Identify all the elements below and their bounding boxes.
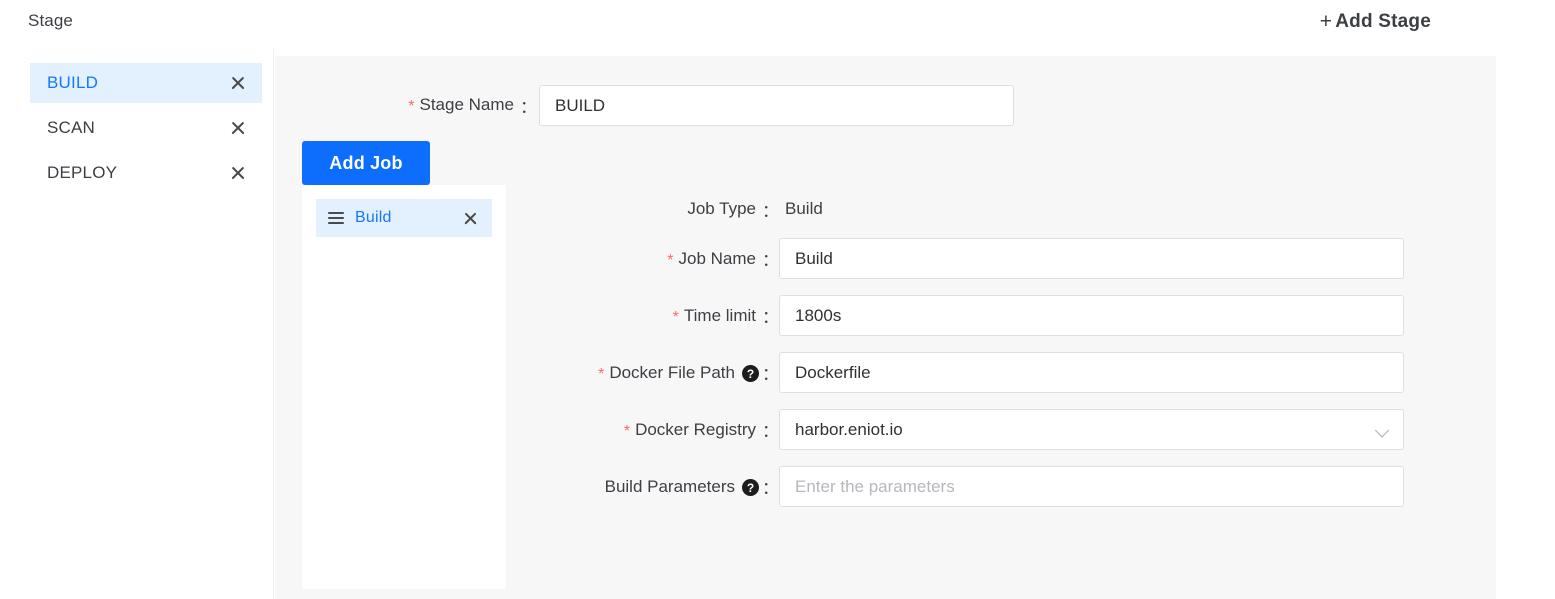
help-icon[interactable]: ? bbox=[742, 479, 759, 496]
stage-name-input[interactable] bbox=[539, 85, 1014, 126]
time-limit-label-text: Time limit bbox=[684, 306, 756, 326]
sidebar-item-scan[interactable]: SCAN bbox=[30, 108, 262, 148]
required-marker: * bbox=[667, 252, 673, 270]
docker-file-path-label-text: Docker File Path bbox=[609, 363, 735, 383]
help-icon[interactable]: ? bbox=[742, 365, 759, 382]
remove-stage-icon-build[interactable] bbox=[230, 75, 246, 91]
job-name-input[interactable] bbox=[779, 238, 1404, 279]
sidebar-item-build[interactable]: BUILD bbox=[30, 63, 262, 103]
label-colon: ： bbox=[762, 197, 779, 222]
job-list-card: Build bbox=[302, 185, 506, 589]
label-colon: ： bbox=[762, 246, 779, 271]
drag-handle-icon[interactable] bbox=[328, 212, 344, 224]
job-type-row: Job Type ： Build bbox=[530, 196, 1480, 238]
stage-name-label: * Stage Name： bbox=[275, 85, 537, 125]
sidebar-item-label: DEPLOY bbox=[47, 163, 117, 183]
build-parameters-label: Build Parameters?： bbox=[530, 466, 779, 507]
docker-registry-label-text: Docker Registry bbox=[635, 420, 756, 440]
stage-detail-panel: *Stage Name： Add Job Build Job Type： bbox=[275, 56, 1496, 599]
time-limit-input[interactable] bbox=[779, 295, 1404, 336]
docker-file-path-row: * Docker File Path?： bbox=[530, 352, 1480, 409]
label-colon: ： bbox=[520, 93, 537, 118]
label-colon: ： bbox=[762, 474, 779, 499]
sidebar-item-deploy[interactable]: DEPLOY bbox=[30, 153, 262, 193]
sidebar-item-label: BUILD bbox=[47, 73, 98, 93]
docker-registry-select[interactable] bbox=[779, 409, 1404, 450]
job-detail-form: Job Type ： Build * Job Name ： * Time limit ： bbox=[530, 196, 1480, 523]
build-parameters-row: Build Parameters?： bbox=[530, 466, 1480, 523]
stage-name-row: * Stage Name： bbox=[275, 85, 1496, 125]
build-parameters-input[interactable] bbox=[779, 466, 1404, 507]
remove-stage-icon-scan[interactable] bbox=[230, 120, 246, 136]
top-bar: Stage +Add Stage bbox=[0, 0, 1555, 48]
job-list-item-label: Build bbox=[355, 209, 392, 227]
job-name-label: * Job Name ： bbox=[530, 238, 779, 279]
page-title: Stage bbox=[28, 11, 73, 31]
label-colon: ： bbox=[762, 303, 779, 328]
plus-icon: + bbox=[1320, 10, 1332, 33]
job-type-label-text: Job Type bbox=[687, 199, 756, 219]
label-colon: ： bbox=[762, 360, 779, 385]
job-type-label: Job Type ： bbox=[530, 196, 779, 222]
sidebar-item-label: SCAN bbox=[47, 118, 95, 138]
time-limit-row: * Time limit ： bbox=[530, 295, 1480, 352]
remove-stage-icon-deploy[interactable] bbox=[230, 165, 246, 181]
docker-file-path-label: * Docker File Path?： bbox=[530, 352, 779, 393]
add-stage-button[interactable]: +Add Stage bbox=[1320, 9, 1431, 33]
build-parameters-label-text: Build Parameters bbox=[605, 477, 735, 497]
stage-editor-page: Stage +Add Stage BUILD SCAN DEPLOY * Stag… bbox=[0, 0, 1555, 599]
required-marker: * bbox=[624, 423, 630, 441]
required-marker: * bbox=[673, 309, 679, 327]
docker-registry-value[interactable] bbox=[779, 409, 1404, 450]
docker-registry-row: * Docker Registry ： bbox=[530, 409, 1480, 466]
label-colon: ： bbox=[762, 417, 779, 442]
required-marker: * bbox=[408, 98, 414, 116]
add-job-button[interactable]: Add Job bbox=[302, 141, 430, 185]
job-name-label-text: Job Name bbox=[679, 249, 756, 269]
remove-job-icon[interactable] bbox=[463, 211, 478, 226]
docker-registry-label: * Docker Registry ： bbox=[530, 409, 779, 450]
stage-sidebar: BUILD SCAN DEPLOY bbox=[0, 48, 274, 599]
job-name-row: * Job Name ： bbox=[530, 238, 1480, 295]
stage-name-label-text: Stage Name bbox=[420, 95, 515, 115]
job-type-value: Build bbox=[785, 196, 823, 222]
required-marker: * bbox=[598, 366, 604, 384]
time-limit-label: * Time limit ： bbox=[530, 295, 779, 336]
add-stage-label: Add Stage bbox=[1335, 11, 1431, 32]
docker-file-path-input[interactable] bbox=[779, 352, 1404, 393]
job-list-item-build[interactable]: Build bbox=[316, 199, 492, 237]
